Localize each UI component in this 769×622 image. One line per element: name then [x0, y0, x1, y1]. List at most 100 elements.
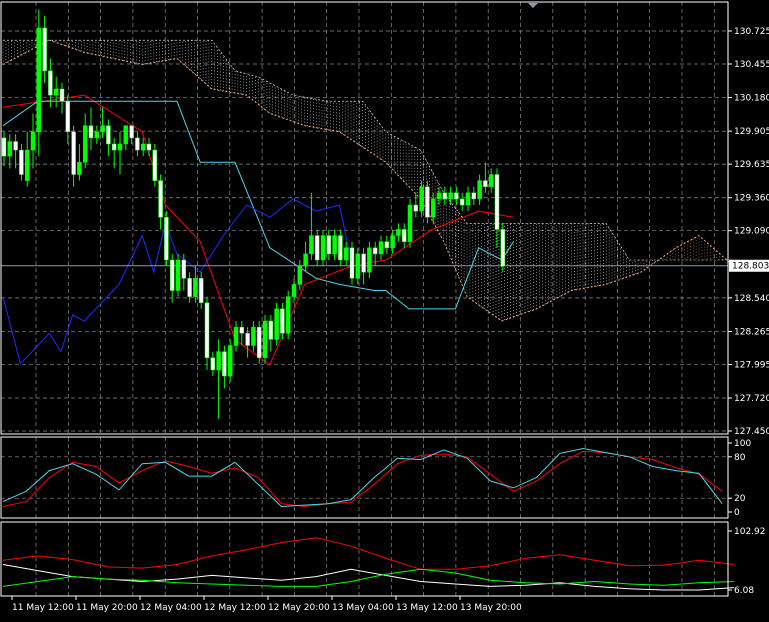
candle-bull	[355, 253, 361, 279]
candle-bear	[494, 174, 500, 230]
candle-bear	[42, 27, 47, 71]
candle-bear	[111, 143, 117, 151]
candle-bull	[448, 192, 453, 200]
stochastic-axis-label: 100	[734, 439, 751, 449]
price-axis-label: 128.540	[734, 294, 769, 304]
chart-background	[0, 0, 769, 618]
candle-bear	[71, 131, 76, 175]
candle-bear	[349, 247, 355, 279]
candle-bear	[198, 278, 204, 304]
candle-bear	[413, 204, 419, 212]
stochastic-axis-label: 80	[734, 453, 746, 463]
trading-chart-window: 130.725 130.455 130.180 129.905 129.635 129.3…	[0, 0, 769, 618]
candle-bear	[454, 192, 459, 200]
candle-bull	[175, 259, 181, 291]
time-axis-label: 11 May 12:00	[12, 603, 74, 613]
candle-bull	[94, 131, 100, 139]
candle-bear	[268, 320, 274, 340]
stochastic-axis-label: 0	[734, 508, 740, 518]
candle-bear	[210, 357, 216, 371]
candle-bear	[326, 235, 332, 255]
candle-bear	[129, 125, 134, 139]
indicator-axis-label: 102.92	[734, 527, 766, 537]
candle-bear	[483, 180, 488, 187]
candle-bear	[361, 253, 366, 273]
candle-bull	[407, 204, 413, 242]
candle-bear	[65, 100, 71, 133]
candle-bull	[227, 345, 233, 377]
candle-bull	[465, 192, 471, 206]
candle-bull	[24, 149, 30, 181]
candle-bull	[378, 241, 384, 255]
candle-bull	[390, 235, 395, 249]
candle-bear	[146, 143, 152, 151]
candle-bear	[384, 241, 390, 249]
candle-bull	[488, 174, 494, 187]
candle-bull	[320, 235, 326, 261]
candle-bear	[222, 351, 227, 377]
candle-bear	[1, 137, 7, 157]
candle-bear	[48, 70, 53, 96]
candle-bull	[291, 284, 297, 297]
stochastic-axis-label: 20	[734, 494, 746, 504]
candle-bull	[343, 247, 349, 261]
chart-canvas[interactable]: 130.725 130.455 130.180 129.905 129.635 129.3…	[0, 0, 769, 618]
time-axis-label: 12 May 04:00	[140, 603, 202, 613]
candle-bull	[140, 143, 146, 151]
candle-bull	[285, 296, 291, 334]
candle-bear	[239, 326, 245, 334]
candle-bear	[13, 141, 18, 151]
candle-bull	[117, 143, 123, 151]
time-axis-label: 13 May 12:00	[396, 603, 458, 613]
candle-bear	[59, 88, 65, 102]
time-axis-label: 12 May 12:00	[204, 603, 266, 613]
candle-bull	[123, 125, 129, 145]
time-axis-label: 12 May 20:00	[268, 603, 330, 613]
candle-bear	[187, 278, 192, 297]
price-axis-label: 130.180	[734, 94, 769, 104]
candle-bear	[88, 125, 94, 139]
candle-bear	[442, 192, 448, 200]
candle-bull	[36, 27, 42, 133]
candle-bull	[303, 253, 308, 267]
time-axis-label: 11 May 20:00	[76, 603, 138, 613]
candle-bear	[181, 259, 187, 279]
indicator-axis-label: 6.08	[734, 586, 754, 596]
candle-bear	[500, 229, 506, 267]
candle-bull	[262, 320, 268, 358]
candle-bull	[53, 88, 59, 96]
candle-bull	[233, 326, 239, 346]
candle-bear	[164, 217, 169, 261]
price-axis-label: 129.090	[734, 227, 769, 237]
candle-bull	[193, 278, 198, 297]
candle-bear	[256, 326, 262, 358]
candle-bull	[274, 308, 279, 340]
candle-bear	[425, 186, 430, 218]
candle-bull	[82, 125, 88, 163]
price-axis-label: 130.455	[734, 60, 769, 70]
candle-bull	[419, 186, 424, 212]
candle-bull	[436, 192, 442, 200]
candle-bull	[430, 198, 436, 218]
candle-bear	[158, 180, 163, 218]
price-axis-label: 127.720	[734, 394, 769, 404]
candle-bull	[367, 247, 372, 273]
candle-bear	[245, 333, 250, 346]
candle-bull	[297, 265, 303, 285]
candle-bull	[332, 235, 337, 255]
candle-bull	[251, 326, 256, 346]
candle-bull	[7, 141, 13, 157]
price-axis-label: 129.360	[734, 194, 769, 204]
candle-bear	[338, 235, 343, 261]
candle-bear	[314, 235, 320, 261]
candle-bull	[477, 180, 482, 200]
candle-bear	[106, 125, 111, 145]
candle-bear	[372, 247, 378, 255]
candle-bull	[216, 351, 221, 371]
candle-bear	[152, 149, 158, 181]
candle-bear	[401, 229, 407, 242]
candle-bear	[459, 198, 465, 206]
candle-bull	[396, 229, 401, 236]
time-axis-label: 13 May 20:00	[460, 603, 522, 613]
price-axis-label: 130.725	[734, 27, 769, 37]
